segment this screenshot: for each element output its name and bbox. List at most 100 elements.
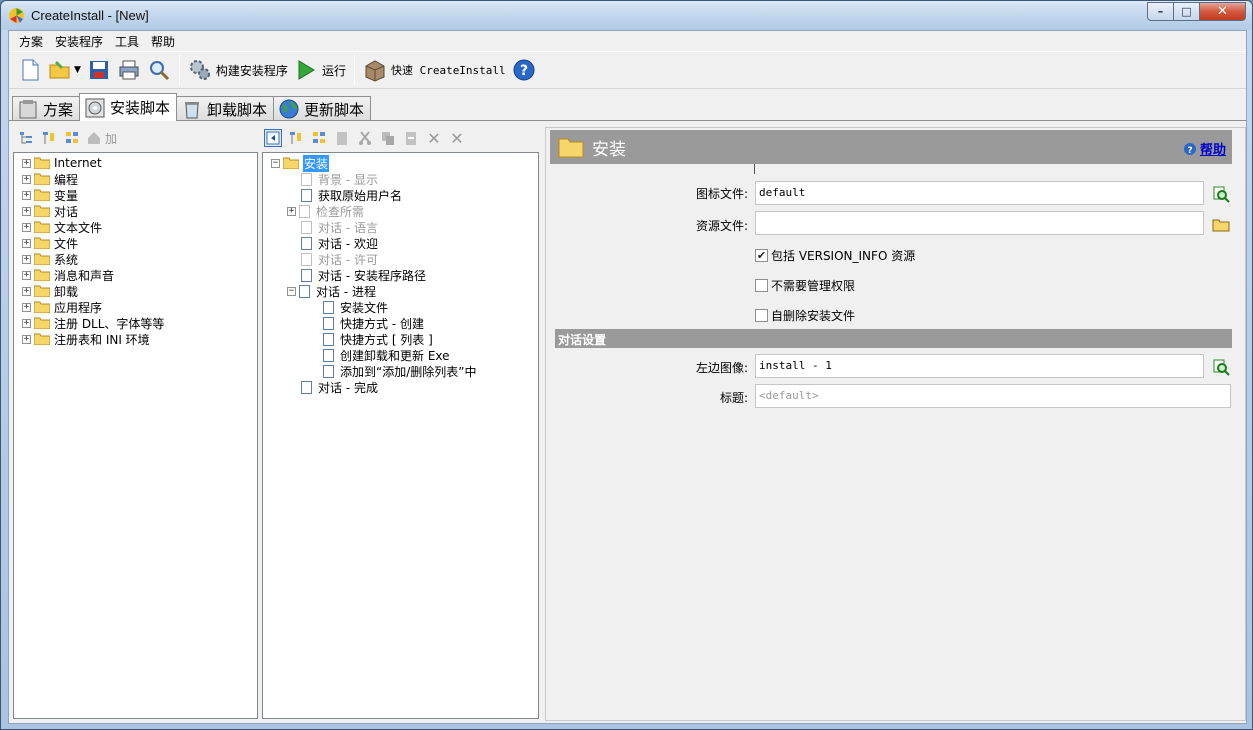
expand-toggle[interactable]: + [22, 238, 31, 248]
left-image-field[interactable]: install - 1 [755, 354, 1204, 378]
script-tree[interactable]: − 安装 背景 - 显示 获取原始用户名 + 检查所需 对话 - 语言 对话 - 欢迎 对话… [262, 152, 539, 719]
expand-toggle[interactable]: + [22, 222, 31, 232]
script-item[interactable]: − 对话 - 进程 [271, 283, 538, 299]
caption-field[interactable]: <default> [755, 384, 1231, 408]
script-item[interactable]: 背景 - 显示 [271, 171, 538, 187]
cut-icon[interactable] [356, 129, 374, 147]
save-button[interactable] [84, 55, 114, 85]
version-info-checkbox[interactable]: ✔ 包括 VERSION_INFO 资源 [755, 247, 915, 264]
add-icon[interactable]: 加 [86, 129, 117, 147]
collapse-icon[interactable] [40, 129, 58, 147]
script-item[interactable]: 获取原始用户名 [271, 187, 538, 203]
browse-left-image-icon[interactable] [1212, 358, 1230, 376]
print-button[interactable] [114, 55, 144, 85]
menu-project[interactable]: 方案 [13, 33, 49, 50]
expand-toggle[interactable]: + [22, 302, 31, 312]
quick-createinstall-button[interactable]: 快速 CreateInstall [360, 55, 509, 85]
checkbox-version-info[interactable]: ✔ [755, 249, 768, 262]
command-category[interactable]: + 编程 [22, 171, 257, 187]
checkbox-self-delete[interactable] [755, 309, 768, 322]
expand-toggle[interactable]: + [287, 206, 296, 216]
expand-toggle[interactable]: + [22, 334, 31, 344]
command-category[interactable]: + 变量 [22, 187, 257, 203]
checkbox-no-admin[interactable] [755, 279, 768, 292]
script-root[interactable]: − 安装 [271, 154, 538, 172]
expand-toggle[interactable]: + [22, 318, 31, 328]
close-button[interactable]: ✕ [1200, 2, 1246, 21]
collapse-toggle[interactable]: − [287, 286, 296, 296]
expand-toggle[interactable]: + [22, 254, 31, 264]
help-button[interactable]: ? [509, 55, 539, 85]
copy-icon[interactable] [379, 129, 397, 147]
tab-update-script[interactable]: 更新脚本 [273, 96, 372, 121]
help-link[interactable]: ? 帮助 [1183, 139, 1226, 158]
command-category[interactable]: + 文件 [22, 235, 257, 251]
self-delete-checkbox[interactable]: 自删除安装文件 [755, 307, 855, 324]
script-root-label[interactable]: 安装 [303, 154, 330, 172]
menu-setup[interactable]: 安装程序 [49, 33, 109, 50]
tree-view-icon[interactable] [63, 129, 81, 147]
open-button[interactable]: ▼ [45, 55, 84, 85]
expand-toggle[interactable]: + [22, 270, 31, 280]
command-category[interactable]: + 注册表和 INI 环境 [22, 331, 257, 347]
expand-toggle[interactable]: + [22, 286, 31, 296]
title-bar[interactable]: CreateInstall - [New] – □ ✕ [1, 1, 1252, 30]
script-item[interactable]: 对话 - 安装程序路径 [271, 267, 538, 283]
tree-view-icon[interactable] [310, 129, 328, 147]
menu-help[interactable]: 帮助 [145, 33, 181, 50]
command-category[interactable]: + 应用程序 [22, 299, 257, 315]
maximize-button[interactable]: □ [1174, 2, 1200, 21]
run-button[interactable]: 运行 [291, 55, 349, 85]
expand-toggle[interactable]: + [22, 190, 31, 200]
collapse-icon[interactable] [287, 129, 305, 147]
preview-button[interactable] [144, 55, 174, 85]
delete-all-icon[interactable]: ✕ [448, 129, 466, 148]
script-item[interactable]: 对话 - 语言 [271, 219, 538, 235]
expand-all-icon[interactable] [17, 129, 35, 147]
script-item[interactable]: + 检查所需 [271, 203, 538, 219]
command-category[interactable]: + 注册 DLL、字体等等 [22, 315, 257, 331]
script-item[interactable]: 快捷方式 - 创建 [271, 315, 538, 331]
tab-install-script[interactable]: 安装脚本 [79, 93, 178, 121]
paste-icon[interactable] [333, 129, 351, 147]
command-category[interactable]: + Internet [22, 155, 257, 171]
command-category[interactable]: + 卸载 [22, 283, 257, 299]
script-item[interactable]: 快捷方式 [ 列表 ] [271, 331, 538, 347]
command-category[interactable]: + 对话 [22, 203, 257, 219]
collapse-toggle[interactable]: − [271, 158, 280, 168]
script-item[interactable]: 对话 - 欢迎 [271, 235, 538, 251]
commands-toolbar: 加 [17, 127, 122, 149]
tab-project[interactable]: 方案 [12, 96, 81, 121]
build-button[interactable]: 构建安装程序 [185, 55, 291, 85]
folder-icon [34, 221, 50, 233]
script-item[interactable]: 添加到“添加/删除列表”中 [271, 363, 538, 379]
command-category[interactable]: + 系统 [22, 251, 257, 267]
commands-tree[interactable]: + Internet + 编程 + 变量 + 对话 + 文本文件 + 文件 + 系统 + 消息和声音 + 卸载 + 应… [13, 152, 258, 719]
script-item[interactable]: 安装文件 [271, 299, 538, 315]
app-icon[interactable] [8, 7, 25, 24]
browse-icon-file-icon[interactable] [1212, 185, 1230, 203]
dropdown-arrow-icon[interactable]: ▼ [74, 65, 81, 75]
toggle-panel-icon[interactable] [264, 129, 282, 147]
expand-toggle[interactable]: + [22, 206, 31, 216]
browse-resource-folder-icon[interactable] [1212, 215, 1230, 233]
resource-file-field[interactable] [755, 211, 1204, 235]
tab-uninstall-script[interactable]: 卸载脚本 [176, 96, 275, 121]
script-item[interactable]: 创建卸载和更新 Exe [271, 347, 538, 363]
expand-toggle[interactable]: + [22, 174, 31, 184]
script-item-label: 创建卸载和更新 Exe [340, 348, 450, 363]
command-category[interactable]: + 文本文件 [22, 219, 257, 235]
new-button[interactable] [15, 55, 45, 85]
script-item[interactable]: 对话 - 许可 [271, 251, 538, 267]
menu-tools[interactable]: 工具 [109, 33, 145, 50]
paste-disabled-icon[interactable] [402, 129, 420, 147]
script-item-label: 添加到“添加/删除列表”中 [340, 364, 477, 379]
icon-file-field[interactable]: default [755, 181, 1204, 205]
no-admin-checkbox[interactable]: 不需要管理权限 [755, 277, 855, 294]
left-image-label: 左边图像: [695, 361, 748, 375]
delete-icon[interactable]: ✕ [425, 129, 443, 148]
command-category[interactable]: + 消息和声音 [22, 267, 257, 283]
expand-toggle[interactable]: + [22, 158, 31, 168]
script-item[interactable]: 对话 - 完成 [271, 379, 538, 395]
minimize-button[interactable]: – [1147, 2, 1174, 21]
